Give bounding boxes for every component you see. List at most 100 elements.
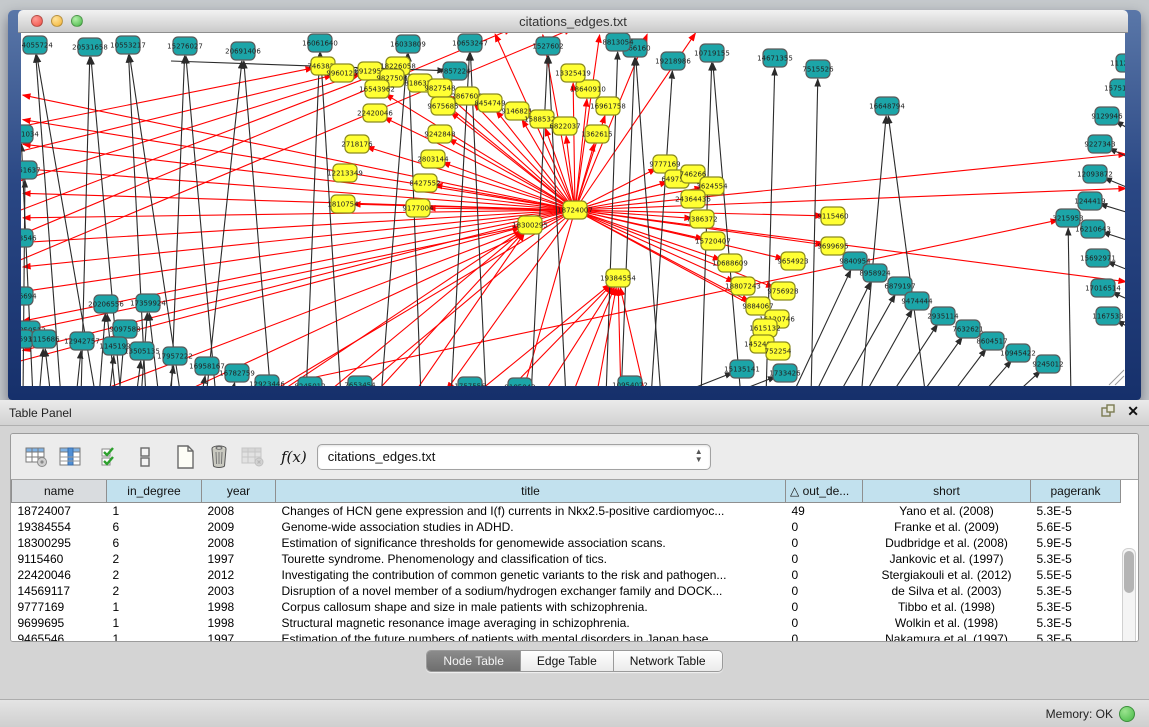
graph-node[interactable]: 20206556 [88,295,124,313]
graph-node[interactable]: 1733426 [769,364,801,382]
window-resize-grip[interactable] [1109,370,1124,385]
graph-node[interactable]: 13325419 [555,64,591,82]
table-row[interactable]: 1872400712008Changes of HCN gene express… [12,503,1121,520]
table-row[interactable]: 969969511998Structural magnetic resonanc… [12,615,1121,631]
table-row[interactable]: 946554611997Estimation of the future num… [12,631,1121,642]
column-display-icon[interactable] [57,442,85,472]
graph-node[interactable]: 8245012 [294,377,325,386]
table-mode-icon[interactable] [23,442,51,472]
column-header-out_degree[interactable]: △ out_de... [786,480,863,503]
graph-node[interactable]: 3215953 [1052,209,1083,227]
graph-node[interactable]: 15751074 [1104,79,1125,97]
graph-node[interactable]: 16648794 [869,97,905,115]
graph-node[interactable]: 9115460 [817,207,848,225]
graph-node[interactable]: 9242848 [424,125,455,143]
graph-node[interactable]: 12093872 [1077,165,1113,183]
graph-node[interactable]: 10945422 [1000,344,1036,362]
graph-node[interactable]: 17957222 [157,347,193,365]
graph-node[interactable]: 9227343 [1084,135,1115,153]
graph-node[interactable]: 9185043 [504,378,535,386]
table-row[interactable]: 911546021997Tourette syndrome. Phenomeno… [12,551,1121,567]
column-header-short[interactable]: short [863,480,1031,503]
table-scrollbar-thumb[interactable] [1124,551,1134,593]
table-row[interactable]: 1456911722003Disruption of a novel membe… [12,583,1121,599]
graph-node[interactable]: 9177004 [402,199,434,217]
graph-node[interactable]: 8604517 [976,332,1007,350]
graph-node[interactable]: 2051637 [21,161,41,179]
table-row[interactable]: 1938455462009Genome-wide association stu… [12,519,1121,535]
graph-node[interactable]: 1167533 [1092,307,1123,325]
graph-node[interactable]: 1615132 [749,319,780,337]
graph-node[interactable]: 7857224 [439,62,471,80]
column-header-name[interactable]: name [12,480,107,503]
graph-node[interactable]: 11123054 [1110,54,1125,72]
graph-node[interactable]: 10688609 [712,254,748,272]
graph-node[interactable]: 15692971 [1080,249,1116,267]
graph-node[interactable]: 6822037 [549,117,580,135]
tab-edge-table[interactable]: Edge Table [521,651,614,671]
graph-node[interactable]: 7632621 [952,320,983,338]
graph-node[interactable]: 8958924 [859,264,891,282]
tab-node-table[interactable]: Node Table [427,651,521,671]
table-scrollbar[interactable] [1122,548,1136,642]
graph-node[interactable]: 752254 [765,342,792,360]
form-view-icon[interactable] [131,442,159,472]
graph-node[interactable]: 9474444 [901,292,933,310]
graph-node[interactable]: 9654923 [777,252,808,270]
graph-node[interactable]: 2935114 [927,307,959,325]
graph-node[interactable]: 7515526 [802,60,834,78]
graph-node[interactable]: 9245012 [1032,355,1063,373]
graph-node[interactable]: 1244419 [1074,192,1105,210]
graph-node[interactable]: 16061640 [302,34,338,52]
graph-node[interactable]: 1527602 [532,37,563,55]
graph-node[interactable]: 17359924 [130,294,166,312]
float-panel-icon[interactable] [1101,404,1115,418]
graph-node[interactable]: 14055724 [21,36,53,54]
graph-node[interactable]: 1743546 [21,229,37,247]
graph-node[interactable]: 12942757 [64,332,100,350]
delete-table-icon[interactable] [239,442,267,472]
table-row[interactable]: 2242004622012Investigating the contribut… [12,567,1121,583]
graph-node[interactable]: 14671355 [757,49,793,67]
graph-node[interactable]: 9097588 [109,320,140,338]
graph-node[interactable]: 9960123 [326,64,357,82]
graph-node[interactable]: 10621034 [21,125,39,143]
graph-node[interactable]: 8813054 [602,33,634,51]
table-row[interactable]: 977716911998Corpus callosum shape and si… [12,599,1121,615]
graph-node[interactable]: 18640910 [570,80,606,98]
function-builder-icon[interactable]: f(x) [281,448,307,466]
graph-node[interactable]: 10553217 [110,36,146,54]
graph-node[interactable]: 10653247 [452,34,488,52]
delete-column-icon[interactable] [205,442,233,472]
graph-node[interactable]: 10719155 [694,44,730,62]
graph-node[interactable]: 2718176 [341,135,373,153]
graph-node[interactable]: 19384554 [600,269,636,287]
close-panel-icon[interactable]: ✕ [1127,404,1139,418]
graph-node[interactable]: 10954022 [612,376,648,386]
window-titlebar[interactable]: citations_edges.txt [18,10,1128,33]
table-selector-dropdown[interactable]: citations_edges.txt▲▼ [317,444,711,470]
column-header-pagerank[interactable]: pagerank [1031,480,1121,503]
graph-node[interactable]: 7386372 [686,210,717,228]
row-selection-icon[interactable] [97,442,125,472]
graph-node[interactable]: 9675685 [427,97,458,115]
graph-node[interactable]: 8427552 [409,174,440,192]
new-column-icon[interactable] [171,442,199,472]
column-header-year[interactable]: year [202,480,276,503]
column-header-in_degree[interactable]: in_degree [107,480,202,503]
graph-node[interactable]: 12213349 [327,164,363,182]
memory-status-icon[interactable] [1119,706,1135,722]
graph-node[interactable]: 9699695 [817,237,848,255]
graph-node[interactable]: 1757556 [454,377,486,386]
graph-node[interactable]: 15135141 [724,360,760,378]
graph-node[interactable]: 1115686 [28,330,60,348]
graph-node[interactable]: 15276027 [167,37,203,55]
graph-node[interactable]: 20531658 [72,38,108,56]
graph-node[interactable]: 1362615 [581,125,612,143]
graph-node[interactable]: 15720407 [695,232,731,250]
graph-node[interactable]: 16033809 [390,35,426,53]
table-row[interactable]: 1830029562008Estimation of significance … [12,535,1121,551]
graph-node[interactable]: 20691406 [225,42,261,60]
network-canvas[interactable]: 14055724 2053165810553217 15276027 20691406… [21,33,1125,386]
graph-node[interactable]: 9129946 [1091,107,1123,125]
